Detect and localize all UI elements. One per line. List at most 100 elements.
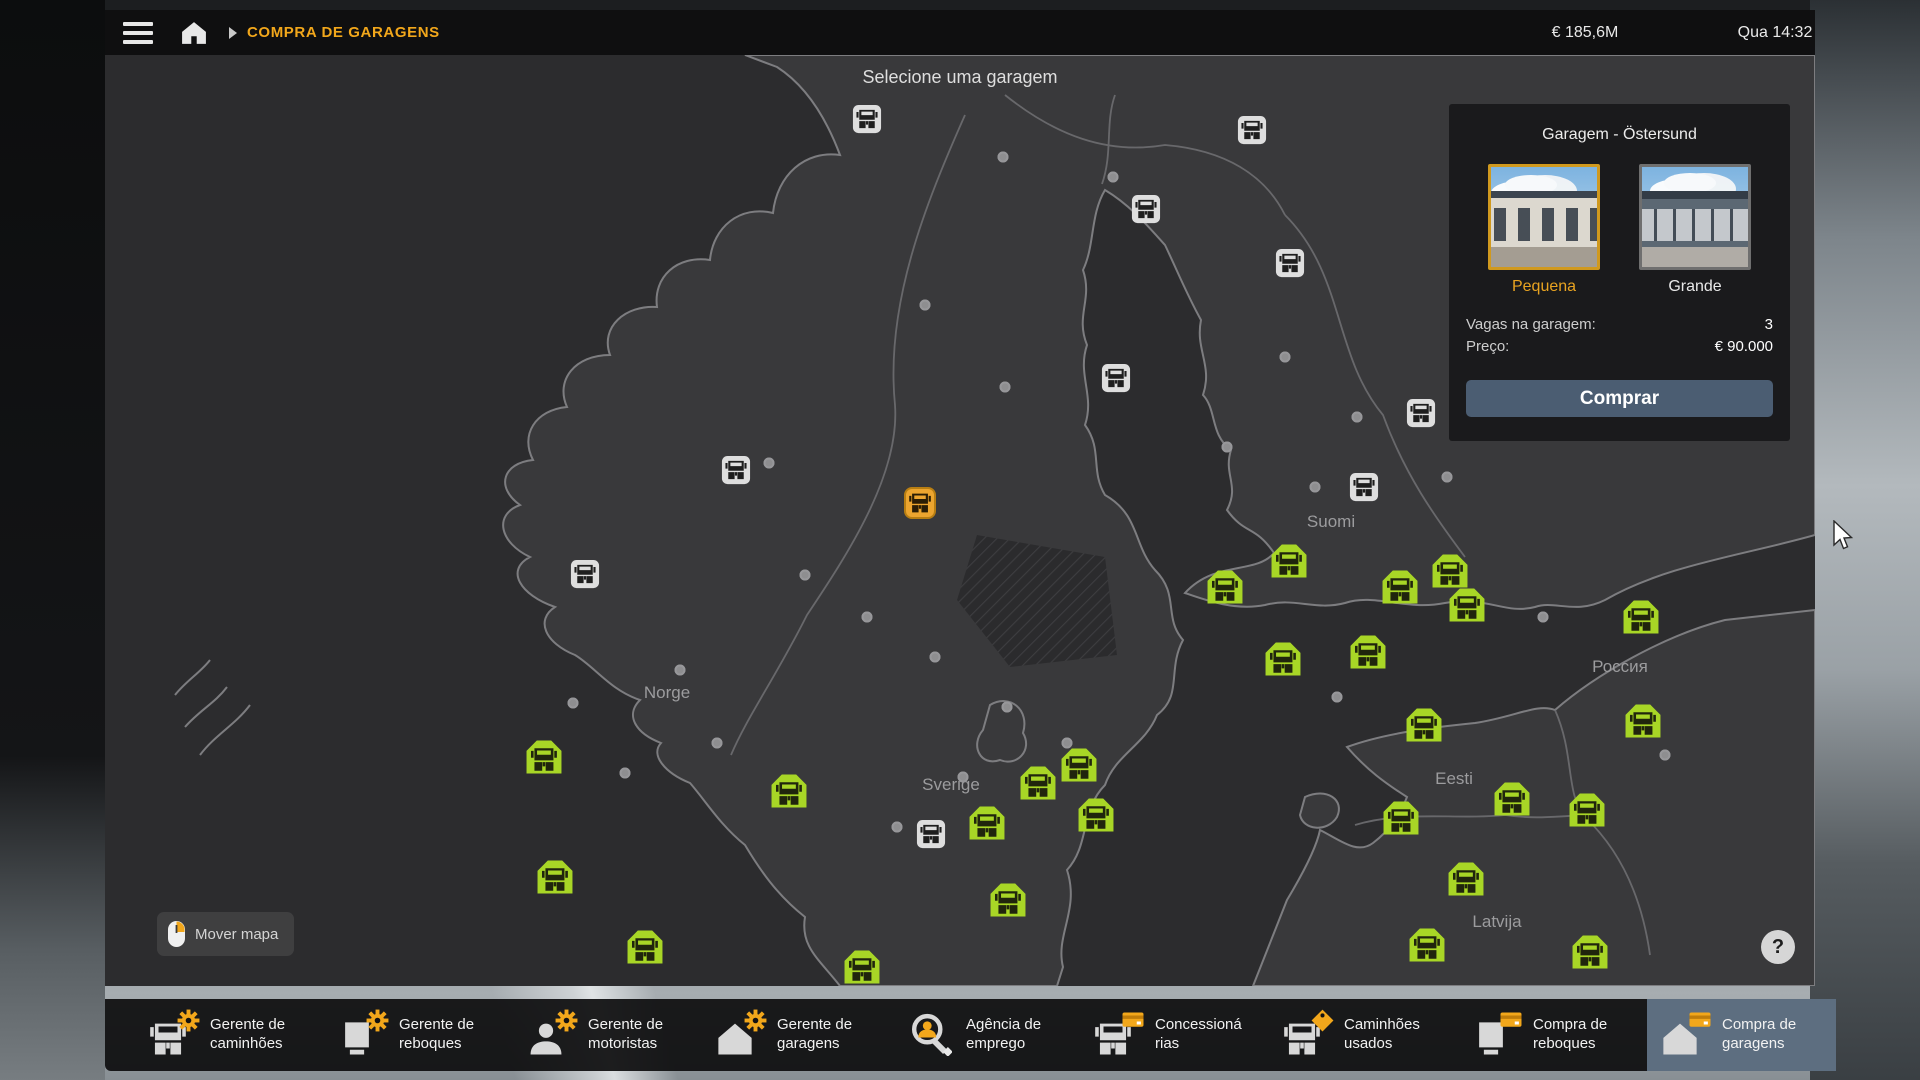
buy-button[interactable]: Comprar xyxy=(1466,380,1773,417)
garage-icon xyxy=(537,860,574,895)
garage-slots-label: Vagas na garagem: xyxy=(1466,314,1596,336)
city-dot xyxy=(920,300,931,311)
menu-button[interactable] xyxy=(123,22,153,44)
garage-marker[interactable] xyxy=(1350,635,1387,670)
garage-marker[interactable] xyxy=(1449,588,1486,623)
dealer-marker[interactable] xyxy=(570,559,600,589)
garage-icon xyxy=(1494,782,1531,817)
city-dot-icon xyxy=(675,665,686,676)
garage-marker[interactable] xyxy=(1271,544,1308,579)
garage-icon xyxy=(1449,588,1486,623)
clock-display: Qua 14:32 xyxy=(1690,24,1860,42)
toolbar-item-label: Gerente de caminhões xyxy=(210,1016,310,1054)
city-dot xyxy=(800,570,811,581)
truck-dealer-icon xyxy=(721,455,751,485)
garage-marker[interactable] xyxy=(1061,748,1098,783)
toolbar-item-concessiona-rias[interactable]: Concessioná rias xyxy=(1080,999,1269,1071)
garage-marker[interactable] xyxy=(990,883,1027,918)
dealer-marker[interactable] xyxy=(852,104,882,134)
city-dot xyxy=(1280,352,1291,363)
toolbar-item-compra-de-garagens[interactable]: Compra de garagens xyxy=(1647,999,1836,1071)
move-map-hint[interactable]: Mover mapa xyxy=(157,912,294,956)
garage-photo-small xyxy=(1488,164,1600,270)
garage-marker[interactable] xyxy=(969,806,1006,841)
garage-option-small[interactable]: Pequena xyxy=(1488,164,1600,296)
dealer-marker[interactable] xyxy=(1349,472,1379,502)
city-dot xyxy=(620,768,631,779)
garage-marker[interactable] xyxy=(537,860,574,895)
garage-marker[interactable] xyxy=(1572,935,1609,970)
move-map-label: Mover mapa xyxy=(195,926,278,943)
dealer-marker[interactable] xyxy=(1131,194,1161,224)
city-dot xyxy=(1000,382,1011,393)
toolbar-item-agencia-de-emprego[interactable]: Agência de emprego xyxy=(891,999,1080,1071)
city-dot-icon xyxy=(1310,482,1321,493)
toolbar-item-gerente-de-caminhoes[interactable]: Gerente de caminhões xyxy=(135,999,324,1071)
garage-marker[interactable] xyxy=(1382,570,1419,605)
city-dot-icon xyxy=(892,822,903,833)
garage-marker[interactable] xyxy=(844,950,881,985)
garage-marker[interactable] xyxy=(1383,801,1420,836)
toolbar-item-gerente-de-motoristas[interactable]: Gerente de motoristas xyxy=(513,999,702,1071)
dealer-marker[interactable] xyxy=(1237,115,1267,145)
truck-dealer-icon xyxy=(1237,115,1267,145)
city-dot xyxy=(1442,472,1453,483)
toolbar-item-label: Gerente de motoristas xyxy=(588,1016,688,1054)
city-dot xyxy=(1332,692,1343,703)
country-label: Eesti xyxy=(1435,769,1473,789)
garage-option-large[interactable]: Grande xyxy=(1639,164,1751,296)
truck-dealer-icon xyxy=(1101,363,1131,393)
toolbar-item-caminhoes-usados[interactable]: Caminhões usados xyxy=(1269,999,1458,1071)
dealer-marker[interactable] xyxy=(916,819,946,849)
garage-icon xyxy=(1409,928,1446,963)
garage-icon xyxy=(1020,766,1057,801)
garage-marker[interactable] xyxy=(1020,766,1057,801)
garage-marker[interactable] xyxy=(1078,798,1115,833)
dealer-marker[interactable] xyxy=(1101,363,1131,393)
garage-marker[interactable] xyxy=(1409,928,1446,963)
garage-icon xyxy=(1207,570,1244,605)
garage-marker[interactable] xyxy=(1623,600,1660,635)
garage-marker[interactable] xyxy=(627,930,664,965)
city-dot xyxy=(764,458,775,469)
top-bar: COMPRA DE GARAGENS € 185,6M Qua 14:32 xyxy=(105,10,1815,55)
help-button[interactable]: ? xyxy=(1761,930,1795,964)
garage-marker[interactable] xyxy=(1406,708,1443,743)
selected-garage-icon xyxy=(904,487,936,519)
garage-marker[interactable] xyxy=(1265,642,1302,677)
city-dot xyxy=(1002,702,1013,713)
backdrop-garage-wall xyxy=(1810,0,1920,1080)
mouse-icon xyxy=(167,920,186,948)
dealer-marker[interactable] xyxy=(1406,398,1436,428)
dealer-marker[interactable] xyxy=(1275,248,1305,278)
city-dot-icon xyxy=(958,772,969,783)
truck-dealer-icon xyxy=(1349,472,1379,502)
garage-icon xyxy=(1623,600,1660,635)
toolbar-item-gerente-de-reboques[interactable]: Gerente de reboques xyxy=(324,999,513,1071)
country-label: Suomi xyxy=(1307,512,1355,532)
garage-marker[interactable] xyxy=(1432,554,1469,589)
garage-marker[interactable] xyxy=(1207,570,1244,605)
gear-icon xyxy=(743,1008,768,1033)
truck-dealer-icon xyxy=(852,104,882,134)
garage-marker[interactable] xyxy=(771,774,808,809)
map-panel: Selecione uma garagem NorgeSverigeSuomiР… xyxy=(105,55,1815,986)
dealer-marker[interactable] xyxy=(721,455,751,485)
toolbar-item-label: Caminhões usados xyxy=(1344,1016,1444,1054)
breadcrumb: COMPRA DE GARAGENS xyxy=(247,24,440,41)
toolbar-item-compra-de-reboques[interactable]: Compra de reboques xyxy=(1458,999,1647,1071)
toolbar-item-gerente-de-garagens[interactable]: Gerente de garagens xyxy=(702,999,891,1071)
map-island-saaremaa xyxy=(1300,794,1339,828)
selected-garage-marker[interactable] xyxy=(904,487,936,519)
home-button[interactable] xyxy=(181,21,207,45)
garage-marker[interactable] xyxy=(1448,862,1485,897)
garage-marker[interactable] xyxy=(1625,704,1662,739)
garage-marker[interactable] xyxy=(526,740,563,775)
garage-marker[interactable] xyxy=(1494,782,1531,817)
garage-marker[interactable] xyxy=(1569,793,1606,828)
truck-dealer-icon xyxy=(1275,248,1305,278)
garage-icon xyxy=(1625,704,1662,739)
card-icon xyxy=(1687,1008,1713,1032)
garage-icon xyxy=(1406,708,1443,743)
garage-icon xyxy=(1265,642,1302,677)
